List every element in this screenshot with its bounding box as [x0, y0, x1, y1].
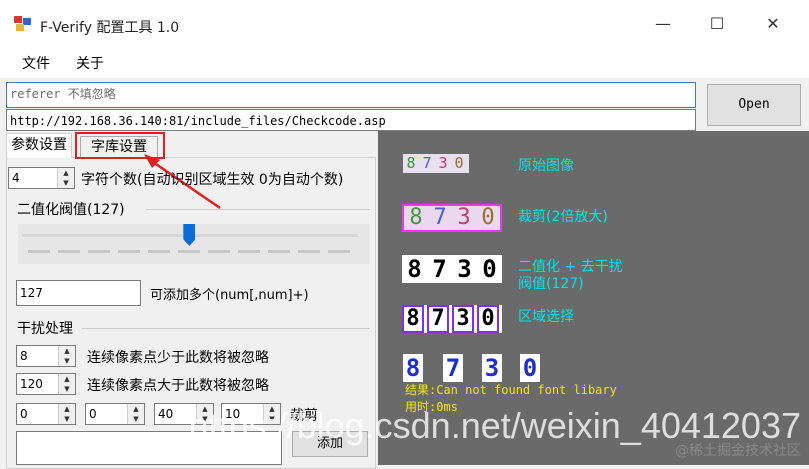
char-count-value: 4 [12, 171, 20, 185]
spin-up-icon[interactable]: ▲ [59, 374, 75, 384]
region-label: 区域选择 [518, 309, 574, 325]
min-pixels-spinner[interactable]: 8 ▲ ▼ [16, 345, 76, 367]
segment-digit: 0 [520, 354, 540, 382]
slider-tick [178, 250, 200, 253]
referer-input[interactable]: referer 不填忽略 [6, 82, 696, 108]
slider-tick [118, 250, 140, 253]
crop-digit: 7 [433, 205, 447, 230]
window-title: F-Verify 配置工具 1.0 [40, 20, 180, 36]
original-digit: 3 [438, 154, 448, 172]
segment-digit: 7 [443, 354, 463, 382]
original-image: 8 7 3 0 [403, 154, 469, 173]
crop-digit: 3 [457, 205, 471, 230]
max-pixels-spinner[interactable]: 120 ▲ ▼ [16, 373, 76, 395]
original-digit: 0 [454, 154, 464, 172]
original-digit: 8 [406, 154, 416, 172]
original-label: 原始图像 [518, 158, 574, 174]
url-input[interactable]: http://192.168.36.140:81/include_files/C… [6, 109, 696, 131]
group-divider [146, 209, 370, 210]
close-icon: ✕ [766, 14, 780, 33]
binary-image: 8 7 3 0 [402, 255, 502, 283]
slider-tick [58, 250, 80, 253]
binary-label-2: 阀值(127) [518, 276, 584, 292]
menu-about[interactable]: 关于 [76, 53, 104, 73]
menu-bar [0, 48, 809, 78]
result-text: 结果:Can not found font libary [405, 383, 617, 397]
threshold-input[interactable]: 127 [16, 280, 141, 306]
binarize-group-label: 二值化阀值(127) [17, 202, 125, 218]
max-pixels-value: 120 [20, 377, 43, 391]
min-pixels-label: 连续像素点少于此数将被忽略 [87, 350, 269, 366]
crop-digit: 0 [481, 205, 495, 230]
maximize-icon: ☐ [709, 14, 725, 33]
spin-up-icon[interactable]: ▲ [58, 168, 74, 178]
region-digit: 7 [427, 305, 449, 333]
maximize-button[interactable]: ☐ [702, 13, 732, 35]
slider-tick [298, 250, 320, 253]
binary-digit: 3 [457, 255, 472, 283]
spin-down-icon[interactable]: ▼ [59, 356, 75, 366]
watermark-small: @稀土掘金技术社区 [675, 443, 801, 459]
slider-tick [208, 250, 230, 253]
noise-group-label: 干扰处理 [17, 321, 73, 337]
char-count-label: 字符个数(自动识别区域生效 0为自动个数) [81, 172, 344, 188]
char-count-spinner[interactable]: 4 ▲ ▼ [8, 167, 75, 189]
tab-params[interactable]: 参数设置 [6, 133, 72, 158]
app-icon [14, 16, 32, 32]
region-digit: 8 [402, 305, 424, 333]
minimize-icon: — [655, 14, 671, 33]
spin-up-icon[interactable]: ▲ [59, 346, 75, 356]
slider-tick [88, 250, 110, 253]
binary-digit: 0 [482, 255, 497, 283]
binary-digit: 7 [432, 255, 447, 283]
crop-image: 8 7 3 0 [402, 204, 502, 232]
group-divider [82, 328, 370, 329]
region-image: 8 7 3 0 [402, 305, 502, 333]
slider-tick [148, 250, 170, 253]
crop-digit: 8 [409, 205, 423, 230]
spin-down-icon[interactable]: ▼ [58, 178, 74, 188]
menu-file[interactable]: 文件 [22, 53, 50, 73]
slider-tick [268, 250, 290, 253]
segment-digit: 3 [482, 354, 502, 382]
slider-tick [328, 250, 350, 253]
binary-digit: 8 [407, 255, 422, 283]
region-digit: 3 [452, 305, 474, 333]
region-digit: 0 [477, 305, 499, 333]
threshold-hint: 可添加多个(num[,num]+) [150, 288, 309, 303]
crop-label: 裁剪(2倍放大) [518, 209, 608, 225]
min-pixels-value: 8 [20, 349, 28, 363]
segment-digit: 8 [403, 354, 423, 382]
open-button[interactable]: Open [707, 84, 801, 126]
close-button[interactable]: ✕ [758, 13, 788, 35]
original-digit: 7 [422, 154, 432, 172]
max-pixels-label: 连续像素点大于此数将被忽略 [87, 378, 269, 394]
minimize-button[interactable]: — [648, 13, 678, 35]
slider-tick [28, 250, 50, 253]
slider-tick [238, 250, 260, 253]
spin-down-icon[interactable]: ▼ [59, 384, 75, 394]
